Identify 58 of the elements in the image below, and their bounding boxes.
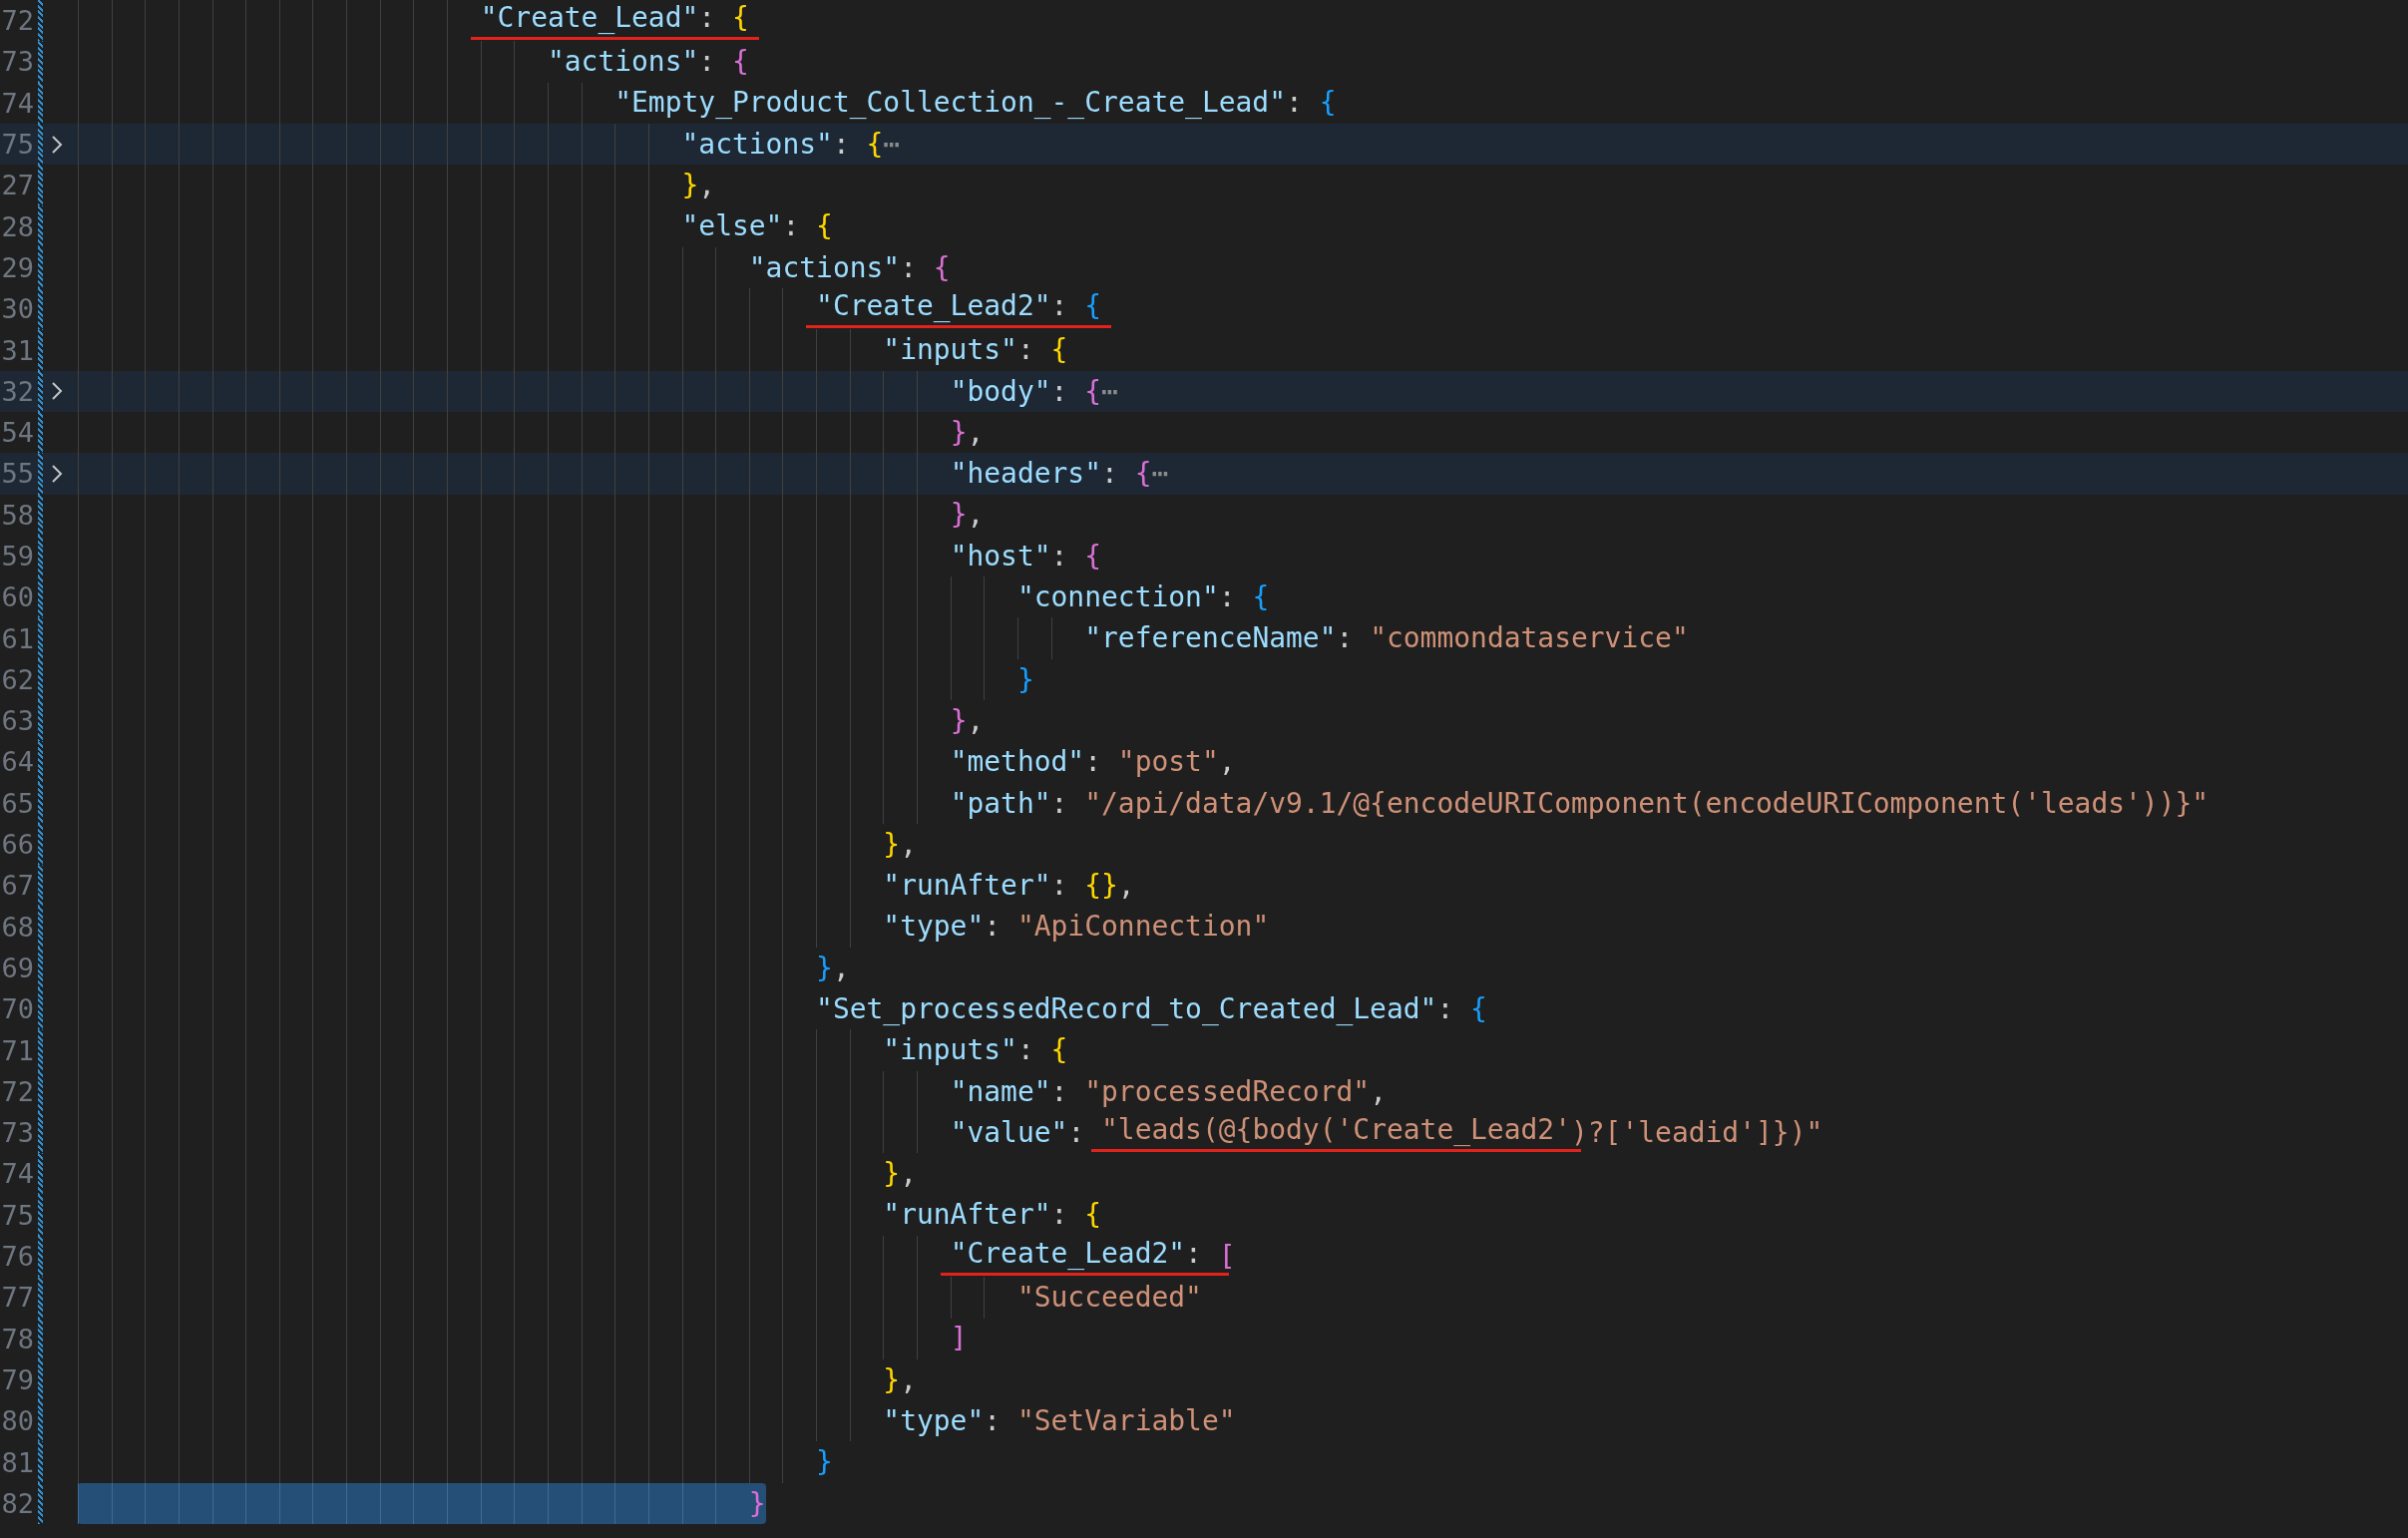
line-number: 27 bbox=[0, 170, 34, 201]
line-number: 66 bbox=[0, 829, 34, 861]
line-number: 60 bbox=[0, 581, 34, 613]
line-number: 73 bbox=[0, 1117, 34, 1149]
line-number: 67 bbox=[0, 870, 34, 902]
line-number: 62 bbox=[0, 663, 34, 695]
code-line: "Empty_Product_Collection_-_Create_Lead": { bbox=[78, 82, 1337, 124]
line-number: 58 bbox=[0, 499, 34, 531]
line-number: 54 bbox=[0, 417, 34, 449]
line-number: 73 bbox=[0, 46, 34, 78]
line-number: 28 bbox=[0, 210, 34, 242]
code-line: "actions": {⋯ bbox=[78, 123, 901, 166]
code-line: "body": {⋯ bbox=[78, 370, 1118, 412]
line-number: 78 bbox=[0, 1323, 34, 1354]
line-number: 69 bbox=[0, 952, 34, 983]
code-line: "Set_processedRecord_to_Created_Lead": { bbox=[78, 988, 1487, 1030]
code-line: } bbox=[78, 1441, 833, 1483]
line-number: 59 bbox=[0, 541, 34, 572]
chevron-icon[interactable] bbox=[51, 463, 63, 484]
code-line: "host": { bbox=[78, 535, 1101, 577]
code-line: "inputs": { bbox=[78, 329, 1068, 371]
code-line: "Create_Lead": { bbox=[78, 0, 759, 42]
line-number: 65 bbox=[0, 787, 34, 819]
line-number: 30 bbox=[0, 293, 34, 325]
code-line: "headers": {⋯ bbox=[78, 453, 1169, 495]
code-line: "Create_Lead2": { bbox=[78, 288, 1112, 330]
line-number: 72 bbox=[0, 1075, 34, 1107]
line-number: 75 bbox=[0, 1199, 34, 1231]
line-number: 76 bbox=[0, 1241, 34, 1273]
line-number: 55 bbox=[0, 458, 34, 490]
code-line: "runAfter": { bbox=[78, 1194, 1101, 1236]
line-number: 79 bbox=[0, 1363, 34, 1395]
code-line: "else": { bbox=[78, 205, 833, 247]
code-line: "path": "/api/data/v9.1/@{encodeURIComponent(encodeURIComponent('leads'))}" bbox=[78, 782, 2209, 824]
line-number: 64 bbox=[0, 746, 34, 778]
line-number: 72 bbox=[0, 5, 34, 37]
code-line: "actions": { bbox=[78, 246, 951, 289]
chevron-icon[interactable] bbox=[51, 134, 63, 155]
line-number: 75 bbox=[0, 129, 34, 161]
line-number: 70 bbox=[0, 993, 34, 1025]
line-number: 68 bbox=[0, 911, 34, 943]
line-number: 61 bbox=[0, 622, 34, 654]
line-number: 63 bbox=[0, 705, 34, 737]
line-number: 80 bbox=[0, 1405, 34, 1437]
line-number: 81 bbox=[0, 1446, 34, 1478]
line-number: 71 bbox=[0, 1034, 34, 1066]
code-line: } bbox=[78, 658, 1034, 701]
code-line: "inputs": { bbox=[78, 1029, 1068, 1071]
code-line: "actions": { bbox=[78, 41, 749, 83]
line-number: 77 bbox=[0, 1282, 34, 1314]
chevron-icon[interactable] bbox=[51, 381, 63, 402]
code-line: "connection": { bbox=[78, 577, 1270, 618]
line-number: 31 bbox=[0, 334, 34, 366]
line-number: 29 bbox=[0, 251, 34, 283]
line-number: 82 bbox=[0, 1487, 34, 1519]
line-number: 32 bbox=[0, 375, 34, 407]
line-number: 74 bbox=[0, 87, 34, 119]
line-number: 74 bbox=[0, 1158, 34, 1190]
